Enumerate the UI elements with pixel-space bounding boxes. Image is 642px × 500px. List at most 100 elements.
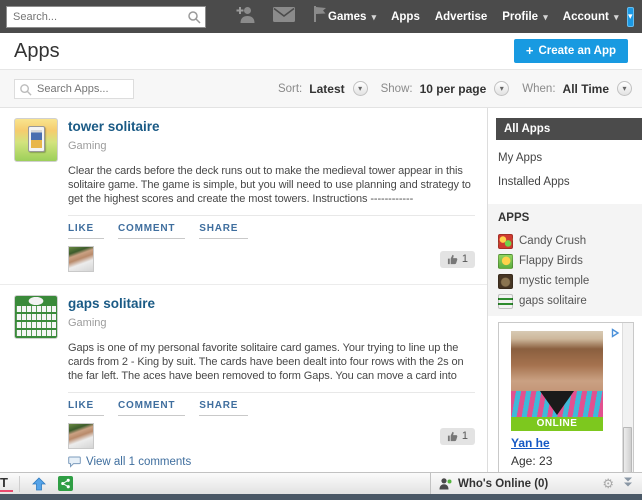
- chevron-down-icon: ▾: [622, 84, 626, 93]
- app-list: tower solitaire Gaming Clear the cards b…: [0, 108, 487, 472]
- comment-button[interactable]: COMMENT: [118, 400, 185, 416]
- app-thumbnail[interactable]: [14, 118, 58, 162]
- thumbs-up-icon: [447, 431, 458, 442]
- sidebar-app-flappy-birds[interactable]: Flappy Birds: [488, 251, 642, 271]
- comments-row: View all 1 comments: [68, 456, 475, 468]
- when-dropdown-button[interactable]: ▾: [617, 81, 632, 96]
- sort-value[interactable]: Latest: [309, 82, 344, 96]
- filter-bar: Sort: Latest ▾ Show: 10 per page ▾ When:…: [0, 70, 642, 108]
- main-nav: Games ▾ Apps Advertise Profile ▾ Account…: [328, 11, 619, 23]
- page: Games ▾ Apps Advertise Profile ▾ Account…: [0, 0, 642, 500]
- chevron-down-icon: ▾: [628, 11, 633, 22]
- sidebar-item-my-apps[interactable]: My Apps: [498, 152, 634, 164]
- nav-apps[interactable]: Apps: [391, 11, 420, 23]
- action-links: LIKE COMMENT SHARE: [68, 393, 475, 416]
- add-friend-icon[interactable]: [236, 4, 256, 29]
- ad-profile-age: Age: 23: [511, 454, 633, 468]
- top-navbar: Games ▾ Apps Advertise Profile ▾ Account…: [0, 0, 642, 33]
- nav-advertise[interactable]: Advertise: [435, 11, 487, 23]
- sidebar-app-candy-crush[interactable]: Candy Crush: [488, 231, 642, 251]
- bottom-strip: [0, 494, 642, 500]
- show-value[interactable]: 10 per page: [420, 82, 487, 96]
- apps-search-input[interactable]: [14, 79, 134, 99]
- ad-profile-photo[interactable]: ONLINE: [511, 331, 603, 431]
- messages-icon[interactable]: [273, 7, 295, 27]
- when-label: When:: [522, 83, 555, 95]
- search-icon: [19, 83, 32, 101]
- candy-crush-icon: [498, 234, 513, 249]
- gear-icon[interactable]: ⚙: [602, 477, 614, 490]
- share-button[interactable]: SHARE: [199, 223, 248, 239]
- chevron-down-icon: ▾: [358, 84, 362, 93]
- mystic-temple-icon: [498, 274, 513, 289]
- person-online-icon: [439, 477, 452, 490]
- gaps-solitaire-icon: [498, 294, 513, 309]
- app-title-link[interactable]: tower solitaire: [68, 119, 160, 134]
- show-dropdown-button[interactable]: ▾: [494, 81, 509, 96]
- whos-online-dock[interactable]: Who's Online (0) ⚙: [430, 473, 642, 494]
- chevron-down-icon: ▾: [372, 12, 377, 22]
- app-thumbnail[interactable]: [14, 295, 58, 339]
- sort-label: Sort:: [278, 83, 302, 95]
- like-button[interactable]: LIKE: [68, 400, 104, 416]
- create-app-button[interactable]: + Create an App: [514, 39, 628, 63]
- chevron-down-icon: ▾: [614, 12, 619, 22]
- page-header: Apps + Create an App: [0, 33, 642, 70]
- like-button[interactable]: LIKE: [68, 223, 104, 239]
- sidebar-item-installed-apps[interactable]: Installed Apps: [498, 176, 634, 188]
- speech-bubble-icon: [68, 456, 81, 468]
- text-tool-icon[interactable]: T: [0, 476, 13, 492]
- ad-scrollbar-thumb[interactable]: [623, 427, 632, 472]
- sidebar-app-gaps-solitaire[interactable]: gaps solitaire: [488, 291, 642, 311]
- sidebar-app-label: Candy Crush: [519, 235, 586, 247]
- share-button[interactable]: SHARE: [199, 400, 248, 416]
- global-search: [6, 6, 206, 28]
- liker-avatar[interactable]: [68, 423, 94, 449]
- app-category: Gaming: [68, 317, 475, 329]
- like-count-badge[interactable]: 1: [440, 251, 475, 268]
- sidebar-item-all-apps[interactable]: All Apps: [496, 118, 642, 140]
- flappy-birds-icon: [498, 254, 513, 269]
- app-title-link[interactable]: gaps solitaire: [68, 296, 155, 311]
- status-bar: T Who's Online (0) ⚙: [0, 472, 642, 494]
- adchoices-icon[interactable]: [610, 325, 620, 343]
- online-status-badge: ONLINE: [511, 417, 603, 431]
- plus-icon: +: [526, 46, 534, 56]
- sort-dropdown-button[interactable]: ▾: [353, 81, 368, 96]
- app-description: Gaps is one of my personal favorite soli…: [68, 341, 475, 383]
- thumbs-up-icon: [447, 254, 458, 265]
- scroll-top-icon[interactable]: [32, 477, 46, 491]
- sidebar: All Apps My Apps Installed Apps APPS Can…: [487, 108, 642, 472]
- like-count-badge[interactable]: 1: [440, 428, 475, 445]
- search-icon: [187, 10, 201, 29]
- share-this-icon[interactable]: [58, 476, 73, 491]
- nav-account[interactable]: Account ▾: [563, 11, 619, 23]
- when-value[interactable]: All Time: [563, 82, 609, 96]
- topbar-icon-group: [236, 4, 328, 29]
- social-row: 1: [68, 246, 475, 272]
- nav-profile[interactable]: Profile ▾: [502, 11, 548, 23]
- more-menu-button[interactable]: ▾: [627, 7, 634, 27]
- sidebar-app-label: gaps solitaire: [519, 295, 587, 307]
- view-comments-link[interactable]: View all 1 comments: [86, 456, 191, 468]
- sidebar-apps-block: APPS Candy Crush Flappy Birds mystic tem…: [488, 204, 642, 316]
- nav-games[interactable]: Games ▾: [328, 11, 376, 23]
- apps-section-header: APPS: [488, 204, 642, 231]
- filter-controls: Sort: Latest ▾ Show: 10 per page ▾ When:…: [270, 81, 632, 96]
- flag-icon[interactable]: [312, 5, 328, 28]
- action-links: LIKE COMMENT SHARE: [68, 216, 475, 239]
- app-card-gaps-solitaire: gaps solitaire Gaming Gaps is one of my …: [0, 284, 487, 472]
- chevron-down-icon: ▾: [500, 84, 504, 93]
- global-search-input[interactable]: [6, 6, 206, 28]
- social-row: 1: [68, 423, 475, 449]
- page-title: Apps: [14, 40, 60, 63]
- sidebar-app-mystic-temple[interactable]: mystic temple: [488, 271, 642, 291]
- ad-scrollbar[interactable]: [622, 323, 633, 472]
- liker-avatar[interactable]: [68, 246, 94, 272]
- collapse-dock-icon[interactable]: [622, 475, 634, 493]
- ad-profile-name-link[interactable]: Yan he: [511, 436, 633, 450]
- sidebar-app-label: Flappy Birds: [519, 255, 583, 267]
- app-category: Gaming: [68, 140, 475, 152]
- like-count: 1: [462, 430, 468, 442]
- comment-button[interactable]: COMMENT: [118, 223, 185, 239]
